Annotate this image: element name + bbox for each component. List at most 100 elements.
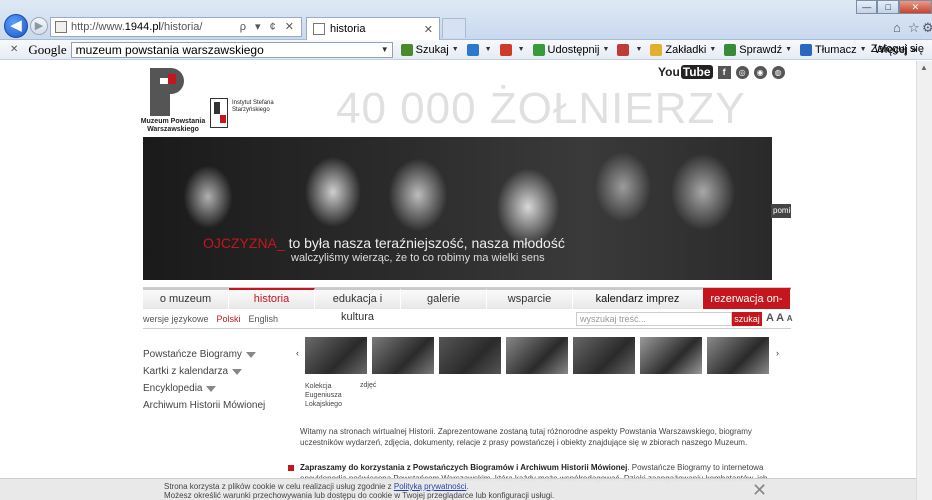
gallery-caption[interactable]: Kolekcja Eugeniusza Lokajskiego [305,382,345,409]
chevron-down-icon[interactable] [206,385,217,392]
google-search-input[interactable]: muzeum powstania warszawskiego ▼ [70,41,393,58]
font-size-small[interactable]: A [787,314,793,323]
slogan-highlight: OJCZYZNA_ [203,235,285,251]
gallery-thumbnail[interactable] [305,337,367,374]
address-tools[interactable]: ρ ▾ ¢ ✕ [240,20,297,33]
page-icon [55,21,67,33]
menu-item-4[interactable]: wsparcie [487,288,573,309]
toolbar-item-label: Tłumacz [815,43,857,56]
site-search-input[interactable]: wyszukaj treść... [576,312,732,326]
toolbar-item-4[interactable]: ▼ [617,43,642,56]
cookie-banner: Strona korzysta z plików cookie w celu r… [0,478,916,500]
gallery-prev-icon[interactable]: ‹ [296,348,299,358]
youtube-icon[interactable]: You Tube [658,65,713,79]
window-controls: — □ ✕ [856,0,932,14]
toolbar-item-0[interactable]: Szukaj ▼ [400,43,459,56]
google-logo: Google [28,41,67,57]
gallery-next-icon[interactable]: › [776,348,779,358]
gallery-thumbnail[interactable] [707,337,769,374]
maximize-button[interactable]: □ [877,0,899,14]
institute-logo[interactable]: Instytut Stefana Starzyńskiego [210,98,300,134]
social-icon-4[interactable]: ◉ [753,65,767,79]
menu-item-5[interactable]: kalendarz imprez [573,288,703,309]
toolbar-item-6[interactable]: Sprawdź ▼ [724,43,792,56]
tab-title: historia [330,23,366,35]
menu-item-3[interactable]: galerie [401,288,487,309]
toolbar-item-5[interactable]: Zakładki ▼ [650,43,716,56]
side-nav-item[interactable]: Powstańcze Biogramy [143,346,265,363]
toolbar-item-icon [499,43,512,56]
gallery-thumbnail[interactable] [439,337,501,374]
hero-slogan: OJCZYZNA_ to była nasza teraźniejszość, … [203,235,565,251]
settings-icon[interactable]: ⚙ [922,20,932,36]
chevron-down-icon[interactable]: ▼ [860,46,867,53]
chevron-down-icon[interactable]: ▼ [785,46,792,53]
museum-logo[interactable]: Muzeum Powstania Warszawskiego [140,68,206,138]
social-icon-3[interactable]: ◎ [735,65,749,79]
back-button[interactable]: ◀ [4,14,28,38]
url-domain: 1944.pl [124,21,161,33]
toolbar-close-icon[interactable]: ✕ [10,44,18,55]
biograms-link[interactable]: Zapraszamy do korzystania z Powstańczych… [300,463,627,472]
font-size-controls[interactable]: A A A [766,312,793,324]
gallery-thumbnail[interactable] [506,337,568,374]
chevron-down-icon[interactable]: ▼ [381,43,389,57]
vertical-scrollbar[interactable]: ▲ [916,61,932,500]
page-headline: 40 000 ŻOŁNIERZY [336,84,746,133]
chevron-down-icon[interactable]: ▼ [709,46,716,53]
side-nav-item[interactable]: Archiwum Historii Mówionej [143,397,265,414]
address-url[interactable]: http://www.1944.pl/historia/ [71,21,202,33]
language-versions: wersje językowe Polski English [143,314,278,324]
menu-item-1[interactable]: historia [229,288,315,309]
facebook-icon[interactable]: f [717,65,731,79]
menu-item-6[interactable]: rezerwacja on-line [703,288,791,323]
chevron-down-icon[interactable] [232,368,243,375]
gallery-caption-photos: zdjęć [360,382,377,389]
chevron-down-icon[interactable]: ▼ [452,46,459,53]
language-polish[interactable]: Polski [217,314,241,324]
social-icon-5[interactable]: ◍ [771,65,785,79]
font-size-large[interactable]: A A [766,312,784,324]
gallery-thumbnail[interactable] [640,337,702,374]
language-label: wersje językowe [143,314,209,324]
toolbar-item-icon [800,43,813,56]
tab-historia[interactable]: historia ✕ [306,17,440,40]
chevron-down-icon[interactable] [245,351,256,358]
chevron-down-icon[interactable]: ▼ [603,46,610,53]
toolbar-item-icon [650,43,663,56]
slogan-text: to była nasza teraźniejszość, nasza młod… [284,235,565,251]
toolbar-item-3[interactable]: Udostępnij ▼ [532,43,610,56]
scroll-up-icon[interactable]: ▲ [920,63,928,72]
menu-item-0[interactable]: o muzeum [143,288,229,309]
address-bar[interactable]: http://www.1944.pl/historia/ ρ ▾ ¢ ✕ [50,17,302,37]
toolbar-item-icon [466,43,479,56]
institute-mark-icon [210,98,228,128]
menu-item-2[interactable]: edukacja i kultura [315,288,401,323]
chevron-down-icon[interactable]: ▼ [635,46,642,53]
login-link[interactable]: Zaloguj się [871,43,924,55]
toolbar-item-7[interactable]: Tłumacz ▼ [800,43,867,56]
minimize-button[interactable]: — [856,0,878,14]
side-nav-label: Archiwum Historii Mówionej [143,400,266,411]
gallery-thumbnail[interactable] [372,337,434,374]
site-search-button[interactable]: szukaj [732,312,762,326]
museum-logo-caption: Muzeum Powstania Warszawskiego [140,118,206,133]
cookie-close-icon[interactable]: ✕ [752,480,767,500]
side-nav-label: Kartki z kalendarza [143,366,229,377]
tab-close-icon[interactable]: ✕ [424,23,433,36]
close-window-button[interactable]: ✕ [898,0,932,14]
privacy-policy-link[interactable]: Polityką prywatności [394,482,466,491]
toolbar-item-1[interactable]: ▼ [466,43,492,56]
skip-button[interactable]: pomiń [771,204,791,218]
toolbar-item-2[interactable]: ▼ [499,43,525,56]
chevron-down-icon[interactable]: ▼ [518,46,525,53]
home-icon[interactable]: ⌂ [893,20,901,35]
new-tab-button[interactable] [442,18,466,38]
chevron-down-icon[interactable]: ▼ [485,46,492,53]
favorites-icon[interactable]: ☆ [908,20,920,36]
side-nav-item[interactable]: Kartki z kalendarza [143,363,265,380]
side-nav-item[interactable]: Encyklopedia [143,380,265,397]
forward-button[interactable]: ▶ [30,17,48,35]
language-english[interactable]: English [249,314,279,324]
gallery-thumbnail[interactable] [573,337,635,374]
